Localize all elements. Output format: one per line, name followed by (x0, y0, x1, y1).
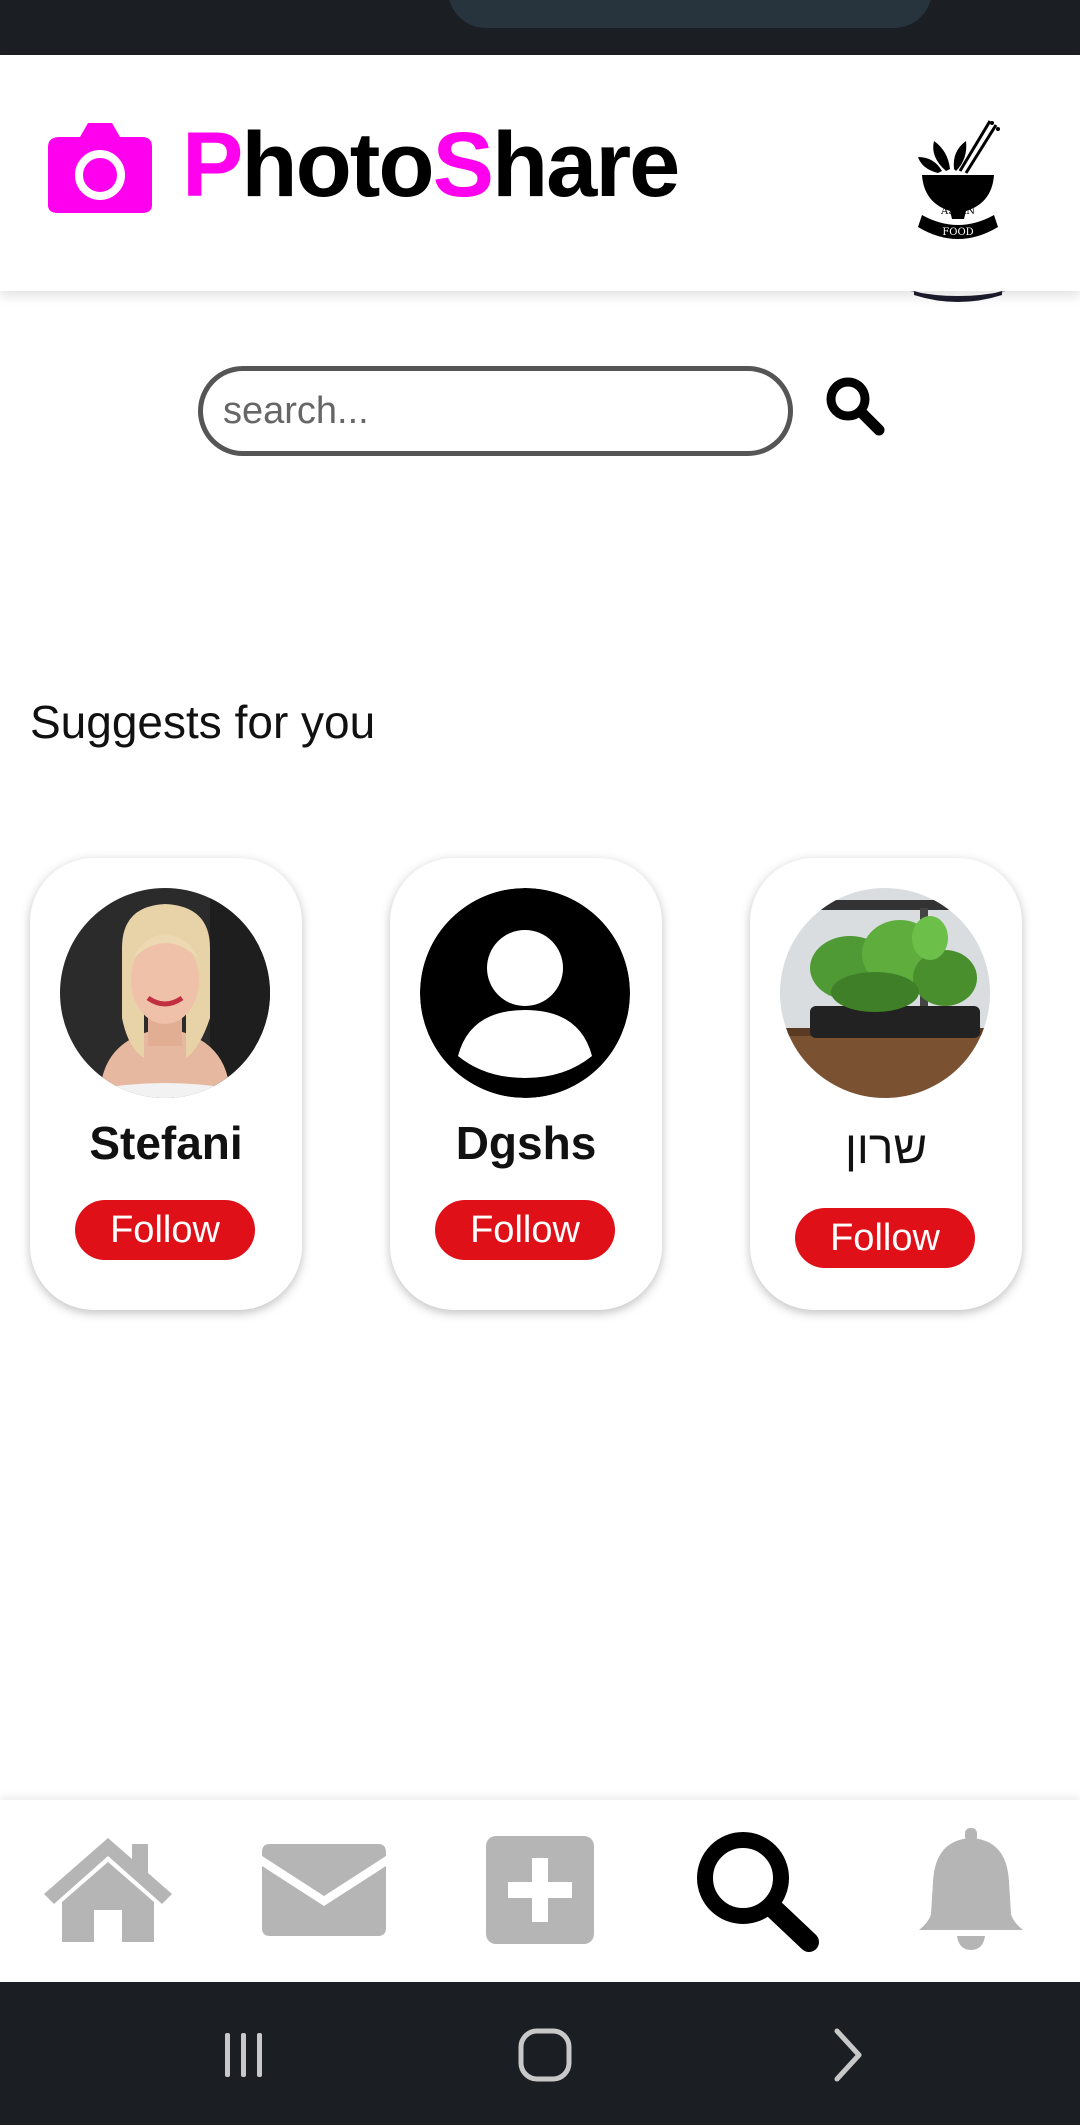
title-letter-s: S (432, 114, 494, 216)
nav-add-post[interactable] (465, 1820, 615, 1960)
suggestions-title: Suggests for you (30, 696, 376, 748)
follow-button[interactable]: Follow (435, 1200, 615, 1260)
mail-icon (262, 1844, 386, 1936)
profile-avatar[interactable]: ASIAN FOOD (908, 111, 1008, 307)
search-input[interactable] (198, 366, 793, 456)
home-icon (44, 1838, 172, 1942)
suggestion-card[interactable]: Stefani Follow (30, 858, 302, 1310)
title-part-2: hare (491, 114, 680, 216)
user-avatar-plant-photo[interactable] (780, 888, 990, 1098)
default-user-icon[interactable] (420, 888, 630, 1098)
camera-notch (448, 0, 932, 28)
user-name: שרון (844, 1121, 928, 1173)
add-icon (486, 1836, 594, 1944)
photoshare-search-screen: PhotoShare ASIAN FOOD search... Suggests… (0, 0, 1080, 2125)
follow-button[interactable]: Follow (75, 1200, 255, 1260)
camera-icon[interactable] (46, 119, 154, 215)
logo-text-asian: ASIAN (940, 206, 975, 217)
home-circle-icon (518, 2028, 572, 2082)
nav-messages[interactable] (249, 1820, 399, 1960)
nav-home[interactable] (33, 1820, 183, 1960)
nav-notifications[interactable] (896, 1820, 1046, 1960)
chevron-right-icon (834, 2028, 862, 2082)
search-icon (826, 377, 885, 435)
bottom-nav (0, 1800, 1080, 1982)
title-part-1: hoto (241, 114, 434, 216)
system-recents-button[interactable] (198, 2010, 288, 2100)
nav-search[interactable] (682, 1820, 832, 1960)
app-title: PhotoShare (182, 114, 680, 216)
system-back-button[interactable] (802, 2010, 892, 2100)
app-header: PhotoShare ASIAN FOOD (0, 55, 1080, 302)
user-name: Dgshs (455, 1117, 597, 1169)
bell-icon (919, 1828, 1023, 1950)
search-button[interactable] (820, 372, 890, 442)
search-icon (697, 1832, 819, 1952)
follow-button[interactable]: Follow (795, 1208, 975, 1268)
recents-icon (225, 2033, 262, 2077)
system-nav-bar (0, 1982, 1080, 2125)
title-letter-p: P (182, 114, 243, 216)
status-bar (0, 0, 1080, 55)
suggestion-card[interactable]: שרון Follow (750, 858, 1022, 1310)
user-avatar-photo[interactable] (60, 888, 270, 1098)
suggestion-card[interactable]: Dgshs Follow (390, 858, 662, 1310)
logo-text-food: FOOD (942, 227, 973, 238)
user-name: Stefani (89, 1117, 243, 1169)
system-home-button[interactable] (500, 2010, 590, 2100)
